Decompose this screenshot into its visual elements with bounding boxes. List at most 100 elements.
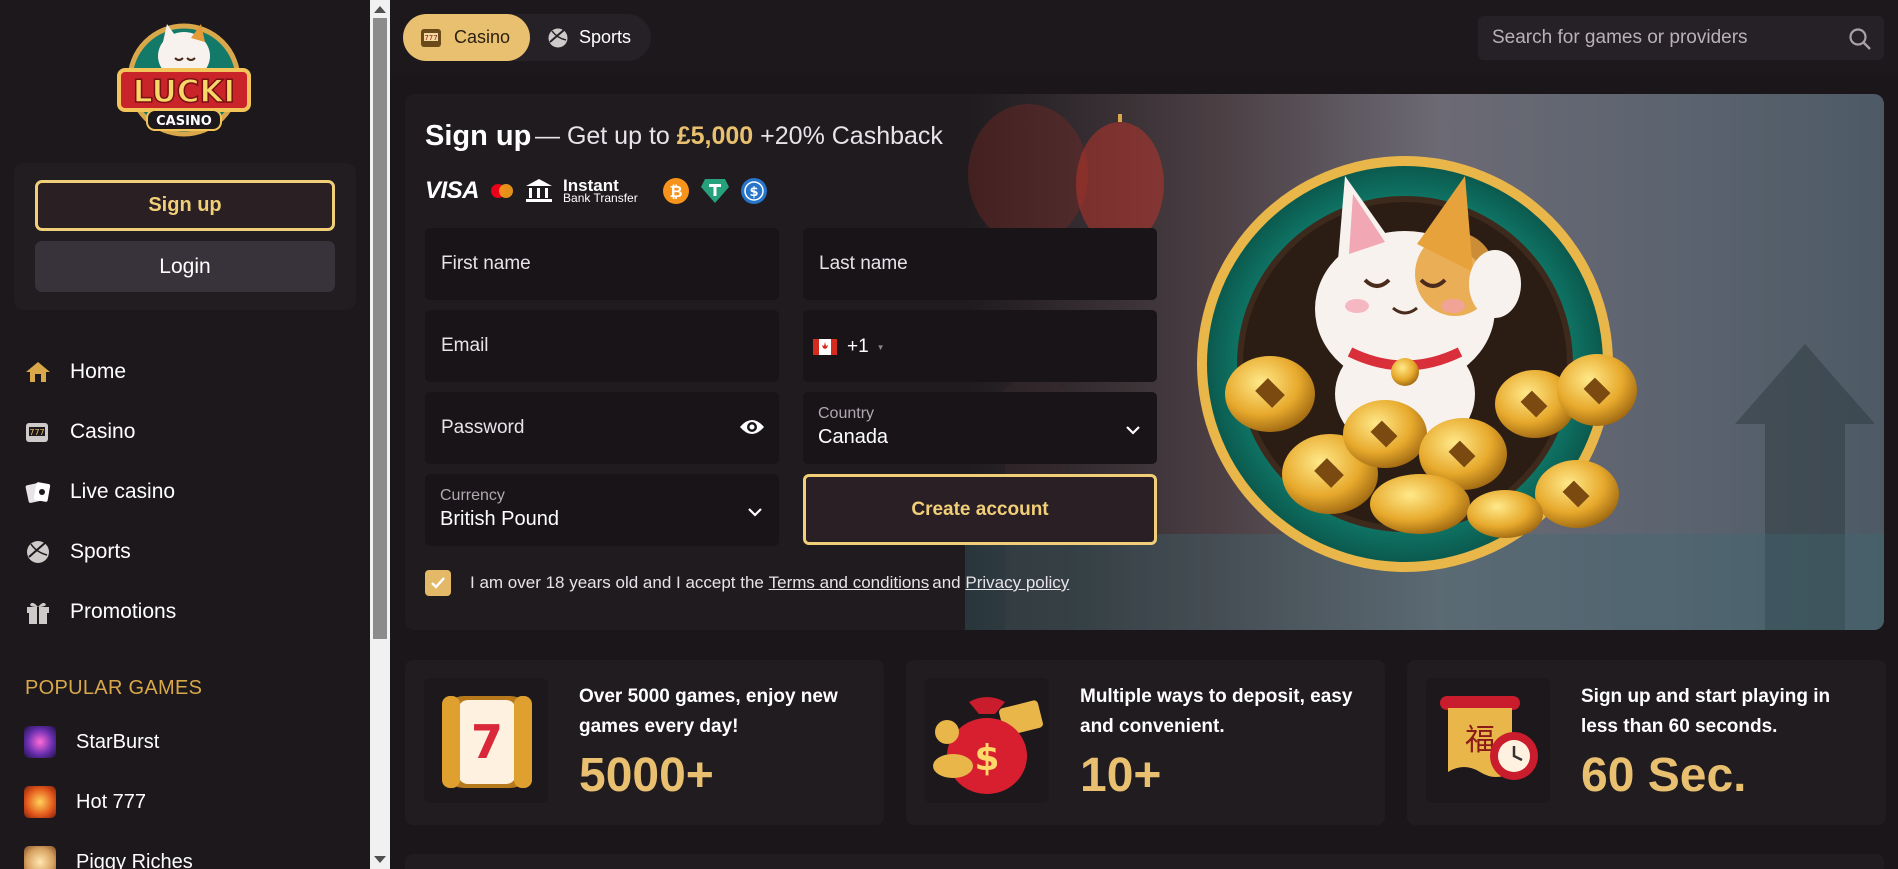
svg-text:777: 777 bbox=[29, 428, 44, 437]
eye-icon[interactable] bbox=[739, 417, 765, 442]
feature-text: Sign up and start playing in less than 6… bbox=[1581, 686, 1831, 737]
feature-text: Multiple ways to deposit, easy and conve… bbox=[1080, 686, 1353, 737]
first-name-placeholder: First name bbox=[441, 253, 531, 274]
tab-sports-label: Sports bbox=[579, 27, 632, 47]
slot-machine-icon: 777 bbox=[25, 419, 51, 445]
sidebar-item-sports[interactable]: Sports bbox=[0, 522, 370, 582]
scroll-down-arrow-icon[interactable] bbox=[374, 856, 386, 863]
game-item-starburst[interactable]: StarBurst bbox=[0, 712, 370, 772]
search-box[interactable] bbox=[1478, 16, 1884, 60]
feature-number: 10+ bbox=[1080, 749, 1162, 802]
bitcoin-icon: ₿ bbox=[662, 178, 689, 204]
terms-link[interactable]: Terms and conditions bbox=[769, 573, 930, 593]
email-placeholder: Email bbox=[441, 335, 489, 356]
password-placeholder: Password bbox=[441, 417, 525, 438]
ball-icon bbox=[25, 539, 51, 565]
sidebar-item-label: Home bbox=[70, 360, 127, 383]
game-label: Piggy Riches bbox=[76, 850, 193, 869]
cards-icon bbox=[25, 479, 51, 505]
next-section-panel bbox=[405, 854, 1884, 869]
chevron-down-icon bbox=[1125, 422, 1141, 440]
last-name-placeholder: Last name bbox=[819, 253, 908, 274]
signup-hero: Sign up — Get up to £5,000 +20% Cashback… bbox=[405, 94, 1884, 630]
lucki-casino-logo[interactable]: LUCKI CASINO bbox=[113, 14, 255, 142]
first-name-field[interactable]: First name bbox=[425, 228, 779, 300]
country-label: Country bbox=[818, 405, 875, 422]
email-field[interactable]: Email bbox=[425, 310, 779, 382]
promo-suffix: +20% Cashback bbox=[753, 122, 943, 150]
currency-label: Currency bbox=[440, 487, 505, 504]
svg-text:$: $ bbox=[749, 185, 758, 200]
piggy-riches-thumbnail bbox=[24, 846, 56, 869]
svg-text:CASINO: CASINO bbox=[156, 114, 212, 129]
sidebar-item-label: Promotions bbox=[70, 600, 177, 623]
promo-amount: £5,000 bbox=[676, 122, 754, 150]
phone-country-selector[interactable]: +1 ▼ bbox=[813, 336, 885, 358]
chevron-down-icon bbox=[747, 504, 763, 522]
feature-text: Over 5000 games, enjoy new games every d… bbox=[579, 686, 838, 737]
scroll-thumb[interactable] bbox=[373, 18, 387, 639]
money-bag-image: $ bbox=[925, 678, 1049, 803]
sidebar-item-live-casino[interactable]: Live casino bbox=[0, 462, 370, 522]
sidebar-scrollbar[interactable] bbox=[370, 0, 390, 869]
feature-card-games: 7 Over 5000 games, enjoy new games every… bbox=[405, 660, 884, 825]
bank-line2: Bank Transfer bbox=[563, 191, 638, 206]
game-item-hot-777[interactable]: Hot 777 bbox=[0, 772, 370, 832]
ball-icon bbox=[547, 27, 569, 49]
sidebar-item-label: Sports bbox=[70, 540, 131, 563]
instant-bank-transfer-label: Instant Bank Transfer bbox=[563, 177, 638, 206]
scroll-clock-image: 福 bbox=[1426, 678, 1550, 803]
last-name-field[interactable]: Last name bbox=[803, 228, 1157, 300]
top-bar: 777 Casino Sports bbox=[390, 0, 1898, 75]
feature-number: 5000+ bbox=[579, 749, 714, 802]
canada-flag-icon bbox=[813, 339, 837, 355]
search-input[interactable] bbox=[1492, 27, 1832, 49]
caret-down-icon: ▼ bbox=[876, 342, 885, 352]
game-item-piggy-riches[interactable]: Piggy Riches bbox=[0, 832, 370, 869]
terms-middle: and bbox=[932, 573, 961, 592]
create-account-button[interactable]: Create account bbox=[803, 474, 1157, 545]
currency-value: British Pound bbox=[440, 508, 559, 530]
tab-casino-label: Casino bbox=[454, 27, 511, 47]
feature-card-speed: 福 Sign up and start playing in less than… bbox=[1407, 660, 1886, 825]
visa-logo: VISA bbox=[425, 177, 480, 204]
vertical-tabs: 777 Casino Sports bbox=[403, 14, 651, 61]
main-content: 777 Casino Sports Search for games or pr… bbox=[390, 0, 1898, 869]
feature-number: 60 Sec. bbox=[1581, 749, 1747, 802]
sidebar-nav: Home 777 Casino Live casino Sports Promo… bbox=[0, 342, 370, 642]
svg-text:777: 777 bbox=[424, 34, 437, 42]
tab-casino[interactable]: 777 Casino bbox=[403, 14, 530, 61]
scroll-up-arrow-icon[interactable] bbox=[374, 6, 386, 13]
sidebar-signup-button[interactable]: Sign up bbox=[35, 180, 335, 231]
terms-checkbox[interactable] bbox=[425, 570, 451, 596]
bank-icon bbox=[526, 179, 553, 202]
password-field[interactable]: Password bbox=[425, 392, 779, 464]
sidebar-item-label: Live casino bbox=[70, 480, 176, 503]
svg-text:₿: ₿ bbox=[669, 182, 682, 201]
tether-icon bbox=[700, 179, 729, 203]
app: LUCKI CASINO Sign up Login Home 777 Casi… bbox=[0, 0, 1898, 869]
terms-consent: I am over 18 years old and I accept the … bbox=[425, 570, 1069, 596]
sidebar-item-promotions[interactable]: Promotions bbox=[0, 582, 370, 642]
phone-field[interactable]: +1 ▼ bbox=[803, 310, 1157, 382]
search-icon[interactable] bbox=[1848, 27, 1872, 56]
tab-sports[interactable]: Sports bbox=[537, 14, 651, 61]
sidebar-login-button[interactable]: Login bbox=[35, 241, 335, 292]
popular-games-list: StarBurst Hot 777 Piggy Riches bbox=[0, 712, 370, 869]
home-icon bbox=[25, 359, 51, 385]
svg-text:7: 7 bbox=[471, 715, 503, 769]
mastercard-icon bbox=[491, 184, 514, 198]
country-select[interactable]: Country Canada bbox=[803, 392, 1157, 464]
sidebar-item-casino[interactable]: 777 Casino bbox=[0, 402, 370, 462]
privacy-link[interactable]: Privacy policy bbox=[965, 573, 1069, 593]
popular-games-title: POPULAR GAMES bbox=[25, 677, 203, 699]
game-label: Hot 777 bbox=[76, 790, 147, 813]
gift-icon bbox=[25, 599, 51, 625]
usdc-icon: $ bbox=[740, 178, 767, 204]
sidebar-item-home[interactable]: Home bbox=[0, 342, 370, 402]
feature-card-deposit: $ Multiple ways to deposit, easy and con… bbox=[906, 660, 1385, 825]
svg-text:LUCKI: LUCKI bbox=[133, 74, 235, 110]
currency-select[interactable]: Currency British Pound bbox=[425, 474, 779, 546]
hot-777-thumbnail bbox=[24, 786, 56, 818]
signup-promo-text: — Get up to £5,000 +20% Cashback bbox=[535, 122, 943, 151]
